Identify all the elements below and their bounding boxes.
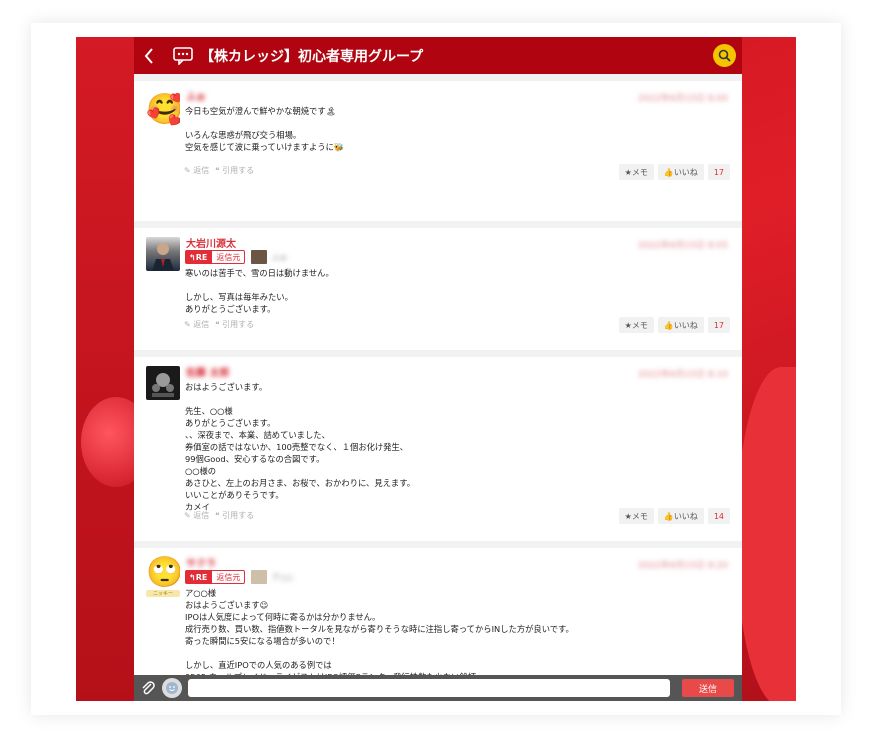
re-source[interactable]: 返信元: [211, 250, 246, 264]
message-buttons: ★メモ 👍 いいね 17: [618, 317, 730, 333]
chat-app: 【株カレッジ】初心者専用グループ 🥰 ふぉ 2022年6月15日 8:00 今日…: [134, 37, 742, 701]
message-actions: ✎ 返信 ❝ 引用する: [184, 510, 254, 521]
like-count: 17: [707, 317, 730, 333]
page-title: 【株カレッジ】初心者専用グループ: [200, 48, 424, 65]
search-button[interactable]: [713, 44, 736, 67]
message-body: 今日も空気が澄んで鮮やかな朝焼です🏝 いろんな思惑が飛び交う相場。 空気を感じて…: [185, 106, 345, 152]
quote-link[interactable]: ❝ 引用する: [215, 319, 254, 330]
reply-link[interactable]: ✎ 返信: [184, 510, 209, 521]
memo-button[interactable]: ★メモ: [618, 317, 654, 333]
like-count: 14: [707, 508, 730, 524]
feed-top-divider: [134, 74, 742, 81]
message-item: 🥰 ふぉ 2022年6月15日 8:00 今日も空気が澄んで鮮やかな朝焼です🏝 …: [134, 81, 742, 194]
avatar[interactable]: 🙄: [146, 556, 180, 590]
message-date: 2022年6月15日 8:00: [637, 94, 728, 104]
message-body: おはようございます。 先生、○○様 ありがとうございます。 、、深夜まで、本業、…: [185, 382, 415, 512]
thumbs-up-icon: 👍: [663, 320, 674, 330]
thumbs-up-icon: 👍: [663, 167, 674, 177]
message-feed[interactable]: 🥰 ふぉ 2022年6月15日 8:00 今日も空気が澄んで鮮やかな朝焼です🏝 …: [134, 74, 742, 675]
bg-shape: [736, 367, 796, 701]
sender-name[interactable]: 佐藤 太郎: [186, 364, 229, 379]
avatar-caption: ニッキー: [146, 590, 180, 597]
re-thumbnail: [251, 250, 268, 264]
message-date: 2022年6月15日 8:20: [637, 561, 728, 571]
chat-bubble-icon: [170, 37, 196, 74]
like-button[interactable]: 👍 いいね: [657, 508, 704, 524]
like-button[interactable]: 👍 いいね: [657, 317, 704, 333]
message-input-bar: 送信: [134, 675, 742, 701]
emoji-picker-icon[interactable]: [162, 678, 182, 698]
message-divider: [134, 541, 742, 548]
avatar[interactable]: [146, 366, 180, 400]
message-date: 2022年6月15日 8:05: [637, 241, 728, 251]
paperclip-icon[interactable]: [134, 680, 162, 696]
reply-link[interactable]: ✎ 返信: [184, 319, 209, 330]
quote-link[interactable]: ❝ 引用する: [215, 510, 254, 521]
avatar[interactable]: [146, 237, 180, 271]
quote-link[interactable]: ❝ 引用する: [215, 165, 254, 176]
like-button[interactable]: 👍 いいね: [657, 164, 704, 180]
message-item: 佐藤 太郎 2022年6月15日 8:10 おはようございます。 先生、○○様 …: [134, 357, 742, 540]
sender-name[interactable]: 大岩川源太: [186, 235, 236, 250]
message-body: 寒いのは苦手で、雪の日は動けません。 しかし、写真は毎年みたい。 ありがとうござ…: [185, 268, 334, 314]
memo-button[interactable]: ★メモ: [618, 164, 654, 180]
message-buttons: ★メモ 👍 いいね 17: [618, 164, 730, 180]
reply-link[interactable]: ✎ 返信: [184, 165, 209, 176]
re-user: ア○○: [271, 572, 294, 582]
message-item: 大岩川源太 2022年6月15日 8:05 ↰ RE 返信元 ふぉ 寒いのは苦手…: [134, 228, 742, 352]
message-actions: ✎ 返信 ❝ 引用する: [184, 319, 254, 330]
like-count: 17: [707, 164, 730, 180]
message-divider: [134, 350, 742, 357]
thumbs-up-icon: 👍: [663, 511, 674, 521]
re-source[interactable]: 返信元: [211, 570, 246, 584]
avatar[interactable]: 🥰: [146, 93, 180, 127]
message-body: ア○○様 おはようございます😉 IPOは人気度によって何時に寄るかは分かりません…: [185, 588, 574, 675]
message-date: 2022年6月15日 8:10: [637, 370, 728, 380]
message-item: 🙄 ニッキー サクラ 2022年6月15日 8:20 ↰ RE 返信元 ア○○ …: [134, 548, 742, 675]
sender-name[interactable]: ふぉ: [186, 88, 206, 103]
re-badge: ↰ RE: [185, 570, 212, 584]
memo-button[interactable]: ★メモ: [618, 508, 654, 524]
re-badge: ↰ RE: [185, 250, 212, 264]
re-user: ふぉ: [271, 252, 288, 262]
re-thumbnail: [251, 570, 268, 584]
back-chevron-icon[interactable]: [134, 37, 164, 74]
message-divider: [134, 221, 742, 228]
reply-reference[interactable]: ↰ RE 返信元 ふぉ: [185, 250, 287, 264]
chat-header: 【株カレッジ】初心者専用グループ: [134, 37, 742, 74]
message-buttons: ★メモ 👍 いいね 14: [618, 508, 730, 524]
search-icon: [718, 49, 731, 62]
send-button[interactable]: 送信: [682, 679, 734, 697]
message-input[interactable]: [188, 679, 670, 697]
reply-reference[interactable]: ↰ RE 返信元 ア○○: [185, 570, 293, 584]
sender-name[interactable]: サクラ: [186, 555, 216, 570]
message-actions: ✎ 返信 ❝ 引用する: [184, 165, 254, 176]
